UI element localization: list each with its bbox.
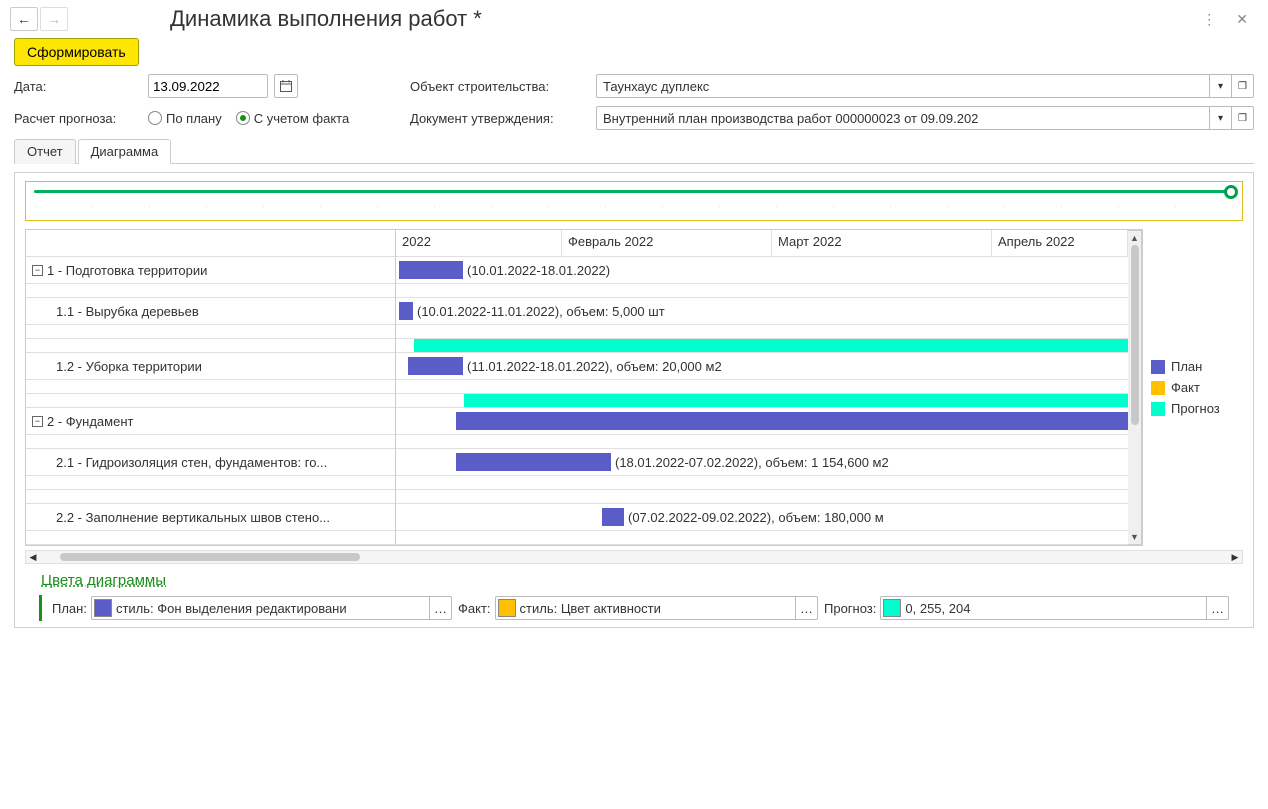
forecast-color-swatch bbox=[883, 599, 901, 617]
doc-combo[interactable]: Внутренний план производства работ 00000… bbox=[596, 106, 1254, 130]
task-label: 2.1 - Гидроизоляция стен, фундаментов: г… bbox=[56, 455, 327, 470]
doc-open-icon[interactable]: ❐ bbox=[1231, 107, 1253, 129]
object-dropdown-icon[interactable]: ▾ bbox=[1209, 75, 1231, 97]
slider-handle[interactable] bbox=[1224, 185, 1238, 199]
slider-track bbox=[34, 190, 1234, 193]
gantt-bar-plan[interactable] bbox=[602, 508, 624, 526]
bar-label: (10.01.2022-18.01.2022) bbox=[467, 263, 610, 278]
gantt-bar-plan[interactable] bbox=[399, 261, 463, 279]
collapse-icon[interactable]: − bbox=[32, 265, 43, 276]
plan-color-picker[interactable]: стиль: Фон выделения редактировани … bbox=[91, 596, 452, 620]
vertical-scrollbar[interactable]: ▲ ▼ bbox=[1128, 230, 1142, 545]
doc-dropdown-icon[interactable]: ▾ bbox=[1209, 107, 1231, 129]
doc-value: Внутренний план производства работ 00000… bbox=[597, 111, 1209, 126]
calendar-icon[interactable] bbox=[274, 74, 298, 98]
legend-fact-label: Факт bbox=[1171, 380, 1200, 395]
radio-by-plan[interactable]: По плану bbox=[148, 111, 222, 126]
legend-forecast-label: Прогноз bbox=[1171, 401, 1220, 416]
ellipsis-icon[interactable]: … bbox=[795, 597, 817, 619]
task-label: 1.1 - Вырубка деревьев bbox=[56, 304, 199, 319]
month-header: Март 2022 bbox=[772, 230, 992, 256]
task-header bbox=[26, 230, 395, 257]
forecast-color-value: 0, 255, 204 bbox=[905, 601, 1206, 616]
task-row-group[interactable]: − 2 - Фундамент bbox=[26, 408, 395, 435]
month-header: Февраль 2022 bbox=[562, 230, 772, 256]
gantt-bar-forecast[interactable] bbox=[464, 394, 1128, 407]
fact-color-value: стиль: Цвет активности bbox=[520, 601, 795, 616]
gantt-legend: План Факт Прогноз bbox=[1143, 229, 1243, 546]
scroll-right-icon[interactable]: ▶ bbox=[1228, 552, 1242, 563]
collapse-icon[interactable]: − bbox=[32, 416, 43, 427]
radio-with-fact-label: С учетом факта bbox=[254, 111, 349, 126]
task-row[interactable]: 1.2 - Уборка территории bbox=[26, 353, 395, 380]
timeline-slider[interactable]: ······················ bbox=[25, 181, 1243, 221]
radio-icon bbox=[148, 111, 162, 125]
more-icon[interactable]: ⋮ bbox=[1202, 11, 1216, 28]
scroll-thumb[interactable] bbox=[1131, 245, 1139, 425]
legend-swatch-plan bbox=[1151, 360, 1165, 374]
object-open-icon[interactable]: ❐ bbox=[1231, 75, 1253, 97]
scroll-up-icon[interactable]: ▲ bbox=[1130, 233, 1139, 243]
task-row[interactable]: 2.2 - Заполнение вертикальных швов стено… bbox=[26, 504, 395, 531]
radio-with-fact[interactable]: С учетом факта bbox=[236, 111, 349, 126]
fact-color-picker[interactable]: стиль: Цвет активности … bbox=[495, 596, 818, 620]
radio-icon bbox=[236, 111, 250, 125]
object-value: Таунхаус дуплекс bbox=[597, 79, 1209, 94]
horizontal-scrollbar[interactable]: ◀ ▶ bbox=[25, 550, 1243, 564]
task-label: 1 - Подготовка территории bbox=[47, 263, 207, 278]
object-combo[interactable]: Таунхаус дуплекс ▾ ❐ bbox=[596, 74, 1254, 98]
task-row[interactable]: 2.1 - Гидроизоляция стен, фундаментов: г… bbox=[26, 449, 395, 476]
forecast-color-picker[interactable]: 0, 255, 204 … bbox=[880, 596, 1229, 620]
gantt-bar-plan[interactable] bbox=[408, 357, 463, 375]
task-label: 2.2 - Заполнение вертикальных швов стено… bbox=[56, 510, 330, 525]
scroll-down-icon[interactable]: ▼ bbox=[1130, 532, 1139, 542]
gantt-bar-plan[interactable] bbox=[399, 302, 413, 320]
radio-by-plan-label: По плану bbox=[166, 111, 222, 126]
legend-swatch-forecast bbox=[1151, 402, 1165, 416]
gantt-bar-forecast[interactable] bbox=[414, 339, 1128, 352]
ellipsis-icon[interactable]: … bbox=[429, 597, 451, 619]
bar-label: (07.02.2022-09.02.2022), объем: 180,000 … bbox=[628, 510, 884, 525]
month-header: Апрель 2022 bbox=[992, 230, 1128, 256]
legend-plan-label: План bbox=[1171, 359, 1202, 374]
task-row[interactable]: 1.1 - Вырубка деревьев bbox=[26, 298, 395, 325]
generate-button[interactable]: Сформировать bbox=[14, 38, 139, 66]
bar-label: (11.01.2022-18.01.2022), объем: 20,000 м… bbox=[467, 359, 722, 374]
plan-color-label: План: bbox=[52, 601, 87, 616]
nav-back-button[interactable]: ← bbox=[10, 7, 38, 31]
doc-label: Документ утверждения: bbox=[410, 111, 588, 126]
chart-panel: ······················ − 1 - Подготовка … bbox=[14, 172, 1254, 628]
task-label: 2 - Фундамент bbox=[47, 414, 133, 429]
fact-color-label: Факт: bbox=[458, 601, 491, 616]
ellipsis-icon[interactable]: … bbox=[1206, 597, 1228, 619]
object-label: Объект строительства: bbox=[410, 79, 588, 94]
gantt-bar-plan[interactable] bbox=[456, 412, 1128, 430]
slider-ticks: ······················ bbox=[34, 202, 1234, 211]
gantt-tasks-column: − 1 - Подготовка территории 1.1 - Вырубк… bbox=[26, 230, 396, 545]
forecast-color-label: Прогноз: bbox=[824, 601, 876, 616]
forecast-calc-label: Расчет прогноза: bbox=[14, 111, 140, 126]
nav-forward-button: → bbox=[40, 7, 68, 31]
tab-report[interactable]: Отчет bbox=[14, 139, 76, 164]
plan-color-swatch bbox=[94, 599, 112, 617]
fact-color-swatch bbox=[498, 599, 516, 617]
gantt-bar-plan[interactable] bbox=[456, 453, 611, 471]
date-label: Дата: bbox=[14, 79, 140, 94]
legend-swatch-fact bbox=[1151, 381, 1165, 395]
plan-color-value: стиль: Фон выделения редактировани bbox=[116, 601, 429, 616]
bar-label: (18.01.2022-07.02.2022), объем: 1 154,60… bbox=[615, 455, 889, 470]
bar-label: (10.01.2022-11.01.2022), объем: 5,000 шт bbox=[417, 304, 665, 319]
hscroll-thumb[interactable] bbox=[60, 553, 360, 561]
accent-bar bbox=[39, 595, 42, 621]
chart-colors-link[interactable]: Цвета диаграммы bbox=[41, 572, 166, 589]
task-label: 1.2 - Уборка территории bbox=[56, 359, 202, 374]
task-row-group[interactable]: − 1 - Подготовка территории bbox=[26, 257, 395, 284]
gantt-timeline: 2022 Февраль 2022 Март 2022 Апрель 2022 … bbox=[396, 230, 1128, 545]
close-icon[interactable]: ✕ bbox=[1236, 11, 1248, 28]
tab-diagram[interactable]: Диаграмма bbox=[78, 139, 172, 164]
date-input[interactable] bbox=[148, 74, 268, 98]
month-header: 2022 bbox=[396, 230, 562, 256]
scroll-left-icon[interactable]: ◀ bbox=[26, 552, 40, 563]
page-title: Динамика выполнения работ * bbox=[170, 6, 1202, 32]
